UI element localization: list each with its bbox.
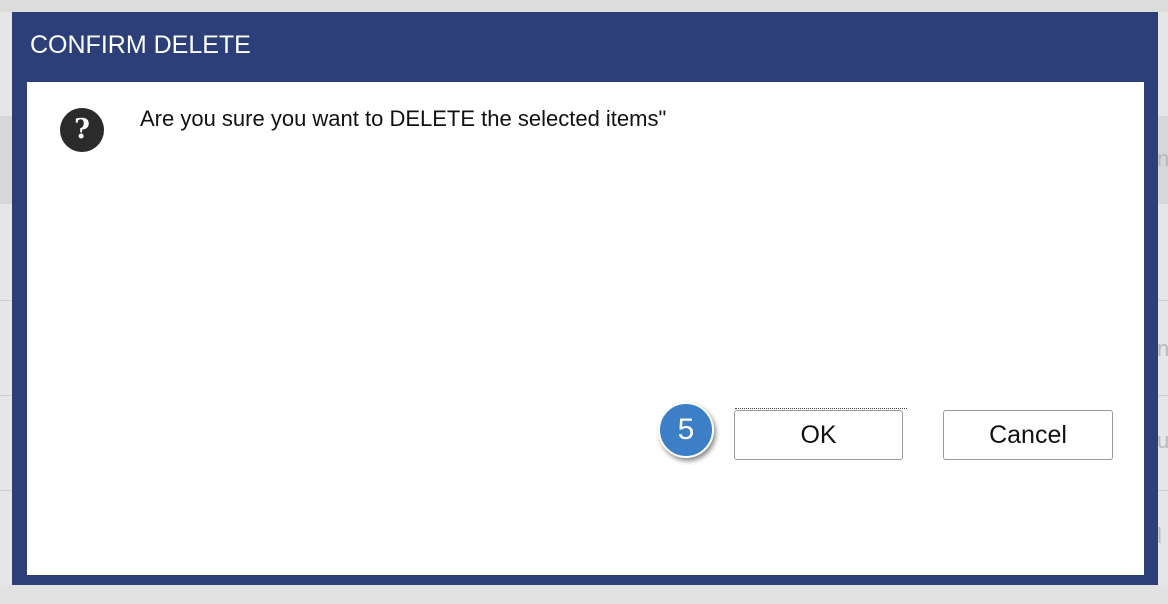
background-text-fragment: n	[1157, 336, 1168, 361]
background-text-fragment: u	[1157, 428, 1168, 453]
cancel-button[interactable]: Cancel	[943, 410, 1113, 460]
dialog-message: Are you sure you want to DELETE the sele…	[140, 106, 667, 131]
background-text-fragment: n	[1157, 146, 1168, 171]
ok-button[interactable]: OK	[734, 408, 907, 460]
dialog-body: ? Are you sure you want to DELETE the se…	[27, 82, 1144, 575]
dialog-title: CONFIRM DELETE	[30, 31, 251, 59]
step-number-badge: 5	[658, 402, 714, 458]
confirm-delete-dialog: CONFIRM DELETE ? Are you sure you want t…	[12, 12, 1158, 585]
background-app-top	[0, 0, 1168, 12]
background-app-bottom	[0, 585, 1168, 604]
question-icon: ?	[60, 108, 104, 152]
